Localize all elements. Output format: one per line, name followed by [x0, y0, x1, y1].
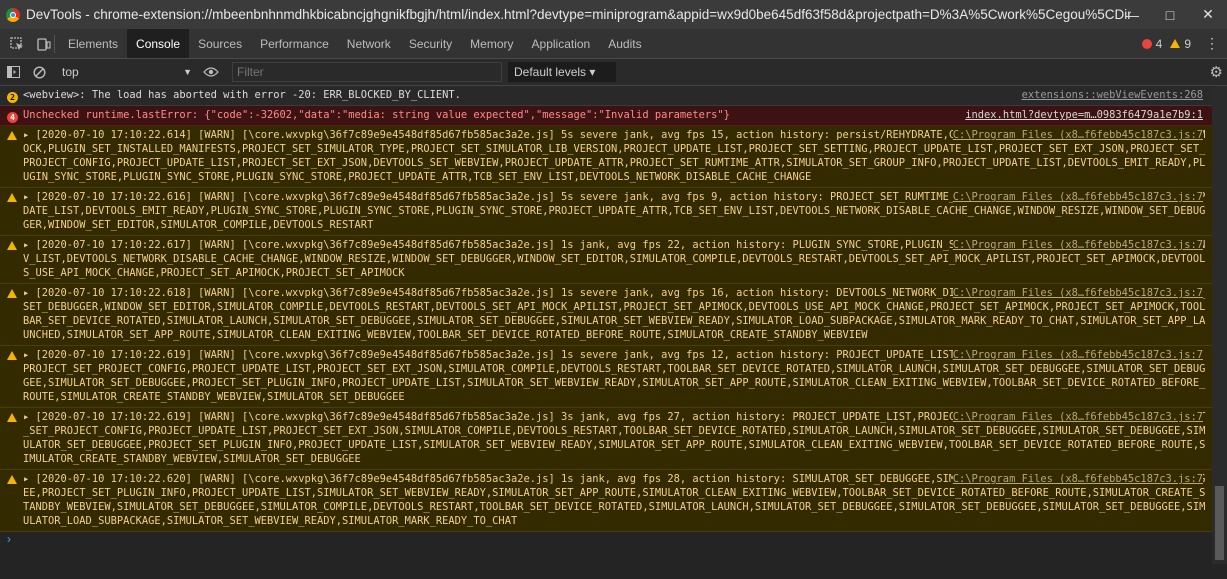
warning-icon: [1170, 39, 1181, 48]
warning-icon: [7, 192, 17, 206]
message-text: <webview>: The load has aborted with err…: [23, 89, 461, 101]
more-options-icon[interactable]: ⋮: [1205, 35, 1219, 52]
tab-application[interactable]: Application: [523, 29, 600, 58]
console-warning-message[interactable]: C:\Program Files (x8…f6febb45c187c3.js:7…: [0, 126, 1227, 188]
message-source-link[interactable]: extensions::webViewEvents:268: [1021, 88, 1203, 102]
console-warning-message[interactable]: C:\Program Files (x8…f6febb45c187c3.js:7…: [0, 408, 1227, 470]
message-source-link[interactable]: C:\Program Files (x8…f6febb45c187c3.js:7: [952, 348, 1203, 362]
context-selector[interactable]: top ▼: [62, 65, 192, 79]
message-source-link[interactable]: C:\Program Files (x8…f6febb45c187c3.js:7: [952, 128, 1203, 142]
warning-icon: [7, 350, 17, 364]
console-warning-message[interactable]: C:\Program Files (x8…f6febb45c187c3.js:7…: [0, 346, 1227, 408]
message-source-link[interactable]: C:\Program Files (x8…f6febb45c187c3.js:7: [952, 238, 1203, 252]
tab-console[interactable]: Console: [127, 29, 190, 58]
clear-console-icon[interactable]: [26, 59, 52, 85]
maximize-button[interactable]: □: [1151, 0, 1189, 29]
console-warning-message[interactable]: C:\Program Files (x8…f6febb45c187c3.js:7…: [0, 470, 1227, 532]
console-warning-message[interactable]: C:\Program Files (x8…f6febb45c187c3.js:7…: [0, 236, 1227, 284]
filter-input[interactable]: [232, 62, 502, 82]
window-controls: — □ ✕: [1113, 0, 1227, 29]
message-source-link[interactable]: C:\Program Files (x8…f6febb45c187c3.js:7: [952, 472, 1203, 486]
warning-count: 9: [1184, 36, 1191, 51]
chrome-app-icon: [6, 7, 20, 22]
console-scrollbar[interactable]: [1212, 86, 1227, 564]
warning-icon: [7, 240, 17, 254]
tabbar-divider: [54, 34, 55, 53]
close-button[interactable]: ✕: [1189, 0, 1227, 29]
error-icon: [1141, 38, 1152, 49]
minimize-button[interactable]: —: [1113, 0, 1151, 29]
console-warning-message[interactable]: C:\Program Files (x8…f6febb45c187c3.js:7…: [0, 188, 1227, 236]
repeat-count-badge: 2: [7, 92, 18, 103]
console-toolbar: top ▼ Default levels ▾ ⚙: [0, 59, 1227, 86]
tab-security[interactable]: Security: [400, 29, 461, 58]
console-messages: 2 extensions::webViewEvents:268 <webview>:…: [0, 86, 1227, 532]
console-info-message[interactable]: 2 extensions::webViewEvents:268 <webview>:…: [0, 86, 1227, 106]
eye-icon[interactable]: [198, 59, 224, 85]
tab-performance[interactable]: Performance: [251, 29, 338, 58]
message-text: Unchecked runtime.lastError: {"code":-32…: [23, 109, 730, 121]
warning-icon: [7, 474, 17, 488]
message-source-link[interactable]: index.html?devtype=m…0983f6479a1e7b9:1: [965, 108, 1203, 122]
device-toolbar-icon[interactable]: [34, 29, 54, 58]
message-source-link[interactable]: C:\Program Files (x8…f6febb45c187c3.js:7: [952, 410, 1203, 424]
repeat-count-badge: 4: [7, 112, 18, 123]
inspect-element-icon[interactable]: [0, 29, 34, 58]
console-warning-message[interactable]: C:\Program Files (x8…f6febb45c187c3.js:7…: [0, 284, 1227, 346]
scrollbar-thumb[interactable]: [1215, 486, 1224, 560]
message-source-link[interactable]: C:\Program Files (x8…f6febb45c187c3.js:7: [952, 286, 1203, 300]
warning-icon: [7, 288, 17, 302]
gear-icon[interactable]: ⚙: [1210, 63, 1223, 81]
console-error-message[interactable]: 4 index.html?devtype=m…0983f6479a1e7b9:1 U…: [0, 106, 1227, 126]
tab-audits[interactable]: Audits: [599, 29, 650, 58]
warning-icon: [7, 412, 17, 426]
issue-counters[interactable]: 4 9 ⋮: [1141, 29, 1219, 58]
error-icon: 4: [7, 110, 18, 124]
window-titlebar: DevTools - chrome-extension://mbeenbnhnm…: [0, 0, 1227, 29]
message-source-link[interactable]: C:\Program Files (x8…f6febb45c187c3.js:7: [952, 190, 1203, 204]
log-levels-dropdown[interactable]: Default levels ▾: [508, 62, 616, 82]
devtools-tabbar: Elements Console Sources Performance Network…: [0, 29, 1227, 59]
context-selector-value: top: [62, 65, 79, 79]
console-prompt[interactable]: ›: [0, 532, 1227, 548]
tab-memory[interactable]: Memory: [461, 29, 522, 58]
tab-sources[interactable]: Sources: [189, 29, 251, 58]
panel-tabs: Elements Console Sources Performance Network…: [59, 29, 651, 58]
error-count: 4: [1155, 36, 1163, 51]
tab-elements[interactable]: Elements: [59, 29, 127, 58]
tab-network[interactable]: Network: [338, 29, 400, 58]
window-title: DevTools - chrome-extension://mbeenbnhnm…: [26, 7, 1131, 22]
chevron-down-icon: ▼: [183, 67, 192, 77]
warning-icon: 2: [7, 90, 18, 104]
show-sidebar-icon[interactable]: [0, 59, 26, 85]
warning-icon: [7, 130, 17, 144]
